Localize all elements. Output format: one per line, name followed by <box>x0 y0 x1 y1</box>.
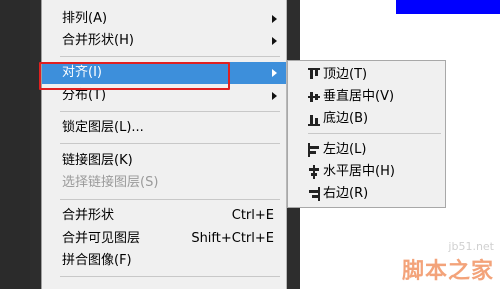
menu-separator <box>60 143 280 144</box>
menu-separator <box>60 199 280 200</box>
menu-item-merge-visible[interactable]: 合并可见图层 Shift+Ctrl+E <box>42 228 286 250</box>
canvas-blue-shape <box>396 0 500 14</box>
align-top-icon <box>308 68 320 82</box>
submenu-item-align-left[interactable]: 左边(L) <box>288 139 445 161</box>
layer-context-menu: 排列(A) 合并形状(H) 对齐(I) 分布(T) 锁定图层(L)... 链接图… <box>41 0 287 289</box>
menu-item-label: 合并可见图层 <box>62 231 141 246</box>
menu-item-label: 合并形状 <box>62 208 115 223</box>
align-bottom-icon <box>308 112 320 126</box>
menu-item-label: 拼合图像(F) <box>62 253 132 268</box>
menu-separator <box>60 111 280 112</box>
submenu-item-label: 垂直居中(V) <box>323 89 395 104</box>
menu-item-shortcut: Shift+Ctrl+E <box>191 231 274 246</box>
align-horizontal-center-icon <box>308 165 320 179</box>
menu-item-label: 选择链接图层(S) <box>62 175 159 190</box>
menu-item-arrange[interactable]: 排列(A) <box>42 8 286 30</box>
menu-item-merge-shapes[interactable]: 合并形状 Ctrl+E <box>42 205 286 227</box>
menu-item-label: 锁定图层(L)... <box>62 120 144 135</box>
menu-item-label: 合并形状(H) <box>62 33 134 48</box>
submenu-arrow-icon <box>272 37 277 45</box>
submenu-item-label: 水平居中(H) <box>323 164 395 179</box>
menu-item-shortcut: Ctrl+E <box>231 208 274 223</box>
menu-separator <box>60 276 280 277</box>
menu-item-link-layers[interactable]: 链接图层(K) <box>42 150 286 172</box>
submenu-arrow-icon <box>272 92 277 100</box>
submenu-item-align-bottom[interactable]: 底边(B) <box>288 108 445 130</box>
menu-item-flatten-image[interactable]: 拼合图像(F) <box>42 250 286 272</box>
submenu-arrow-icon <box>272 69 277 77</box>
align-submenu: 顶边(T) 垂直居中(V) 底边(B) 左边(L) 水平居中(H) 右边(R) <box>287 60 446 208</box>
submenu-item-label: 左边(L) <box>323 142 367 157</box>
submenu-item-align-top[interactable]: 顶边(T) <box>288 64 445 86</box>
watermark-text: 脚本之家 <box>401 259 494 284</box>
submenu-item-label: 顶边(T) <box>323 67 368 82</box>
submenu-separator <box>308 133 441 134</box>
submenu-item-align-vertical-center[interactable]: 垂直居中(V) <box>288 86 445 108</box>
submenu-item-align-right[interactable]: 右边(R) <box>288 183 445 205</box>
submenu-arrow-icon <box>272 15 277 23</box>
align-left-icon <box>308 143 320 157</box>
align-vertical-center-icon <box>308 90 320 104</box>
menu-separator <box>60 56 280 57</box>
watermark: jb51.net 脚本之家 <box>402 240 494 285</box>
dark-workspace-strip <box>0 0 30 289</box>
menu-item-label: 排列(A) <box>62 11 108 26</box>
submenu-item-align-horizontal-center[interactable]: 水平居中(H) <box>288 161 445 183</box>
submenu-item-label: 右边(R) <box>323 186 369 201</box>
watermark-domain: jb51.net <box>448 240 494 253</box>
menu-item-select-linked-layers: 选择链接图层(S) <box>42 172 286 194</box>
align-right-icon <box>308 187 320 201</box>
menu-item-combine-shapes[interactable]: 合并形状(H) <box>42 30 286 52</box>
highlight-annotation-box <box>39 62 230 90</box>
menu-item-label: 链接图层(K) <box>62 153 133 168</box>
submenu-item-label: 底边(B) <box>323 111 369 126</box>
menu-item-lock-layers[interactable]: 锁定图层(L)... <box>42 117 286 139</box>
